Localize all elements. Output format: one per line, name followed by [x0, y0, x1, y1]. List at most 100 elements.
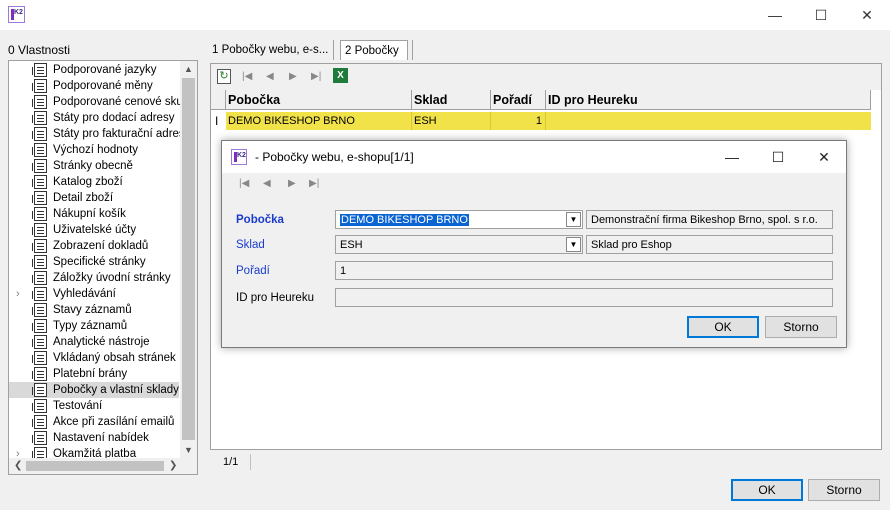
poradi-label: Pořadí	[236, 265, 270, 277]
tree-item[interactable]: Podporované měny	[9, 78, 179, 94]
tree-item[interactable]: Typy záznamů	[9, 318, 179, 334]
sklad-combobox[interactable]: ESH ▼	[335, 235, 583, 254]
current-row-marker: I	[215, 114, 219, 128]
scroll-left-icon[interactable]: ❮	[14, 460, 22, 471]
tree-item[interactable]: Analytické nástroje	[9, 334, 179, 350]
tree-item-label: Typy záznamů	[53, 320, 128, 332]
tree-item[interactable]: Akce při zasílání emailů	[9, 414, 179, 430]
tree-item[interactable]: Nastavení nabídek	[9, 430, 179, 446]
table-cell[interactable]: ESH	[412, 112, 491, 130]
maximize-icon[interactable]: ☐	[798, 0, 844, 30]
last-record-icon[interactable]: ▶|	[309, 178, 319, 189]
tree-item-label: Akce při zasílání emailů	[53, 416, 175, 428]
ok-button[interactable]: OK	[731, 479, 803, 501]
tree-item-label: Platební brány	[53, 368, 128, 380]
chevron-right-icon[interactable]: ›	[16, 288, 26, 300]
pobocka-description: Demonstrační firma Bikeshop Brno, spol. …	[586, 210, 833, 229]
tree-item-label: Státy pro dodací adresy	[53, 112, 175, 124]
tree-item[interactable]: Katalog zboží	[9, 174, 179, 190]
first-record-icon[interactable]: |◀	[239, 178, 249, 189]
scroll-up-icon[interactable]: ▲	[184, 64, 193, 74]
chevron-down-icon[interactable]: ▼	[566, 212, 581, 227]
document-icon	[32, 207, 47, 221]
tree-item[interactable]: Podporované jazyky	[9, 62, 179, 78]
k2-app-logo-icon	[231, 149, 247, 165]
tree-item[interactable]: Vkládaný obsah stránek	[9, 350, 179, 366]
tree-item[interactable]: Pobočky a vlastní sklady	[9, 382, 179, 398]
tree-item-label: Podporované jazyky	[53, 64, 157, 76]
tree-item-label: Katalog zboží	[53, 176, 123, 188]
previous-record-icon[interactable]: ◀	[266, 71, 274, 82]
tree-item[interactable]: Uživatelské účty	[9, 222, 179, 238]
tree-item-label: Testování	[53, 400, 103, 412]
column-header-sklad[interactable]: Sklad	[412, 90, 491, 110]
document-icon	[32, 175, 47, 189]
table-cell[interactable]: DEMO BIKESHOP BRNO	[226, 112, 412, 130]
dialog-ok-button[interactable]: OK	[687, 316, 759, 338]
minimize-icon[interactable]: —	[752, 0, 798, 30]
tree-item[interactable]: › Vyhledávání	[9, 286, 179, 302]
tree-item[interactable]: Záložky úvodní stránky	[9, 270, 179, 286]
tree-item[interactable]: Stavy záznamů	[9, 302, 179, 318]
tree-horizontal-scrollbar[interactable]: ❮ ❯	[9, 458, 197, 474]
close-icon[interactable]: ✕	[844, 0, 890, 30]
record-counter: 1/1	[223, 456, 239, 468]
pobocka-combobox[interactable]: DEMO BIKESHOP BRNO ▼	[335, 210, 583, 229]
document-icon	[32, 111, 47, 125]
excel-export-icon[interactable]: X	[333, 68, 348, 83]
cancel-button[interactable]: Storno	[808, 479, 880, 501]
tree-item[interactable]: Výchozí hodnoty	[9, 142, 179, 158]
tree-vertical-scrollbar[interactable]: ▲ ▼	[180, 61, 197, 459]
tree-item[interactable]: Státy pro dodací adresy	[9, 110, 179, 126]
tree-item[interactable]: Detail zboží	[9, 190, 179, 206]
column-header-poradi[interactable]: Pořadí	[491, 90, 546, 110]
tree-item-label: Podporované cenové skup	[53, 96, 190, 108]
column-header-pobocka[interactable]: Pobočka	[226, 90, 412, 110]
tree-item[interactable]: Platební brány	[9, 366, 179, 382]
tree-item[interactable]: Zobrazení dokladů	[9, 238, 179, 254]
tree-item[interactable]: Stránky obecně	[9, 158, 179, 174]
column-header-heureka-id[interactable]: ID pro Heureku	[546, 90, 871, 110]
first-record-icon[interactable]: |◀	[242, 71, 252, 82]
last-record-icon[interactable]: ▶|	[311, 71, 321, 82]
tab-branches[interactable]: 2 Pobočky	[340, 40, 408, 60]
document-icon	[32, 79, 47, 93]
tree-item[interactable]: Specifické stránky	[9, 254, 179, 270]
scroll-down-icon[interactable]: ▼	[184, 445, 193, 455]
document-icon	[32, 383, 47, 397]
heureka-id-field[interactable]	[335, 288, 833, 307]
document-icon	[32, 63, 47, 77]
minimize-icon[interactable]: —	[709, 141, 755, 173]
tree-item-label: Zobrazení dokladů	[53, 240, 149, 252]
grid-status-bar: 1/1	[210, 452, 882, 472]
scroll-right-icon[interactable]: ❯	[169, 460, 177, 471]
poradi-field[interactable]: 1	[335, 261, 833, 280]
tree-vertical-scroll-thumb[interactable]	[182, 78, 195, 440]
maximize-icon[interactable]: ☐	[755, 141, 801, 173]
document-icon	[32, 127, 47, 141]
tree-item[interactable]: Podporované cenové skup	[9, 94, 189, 110]
close-icon[interactable]: ✕	[801, 141, 847, 173]
tree-horizontal-scroll-thumb[interactable]	[26, 461, 164, 471]
dialog-cancel-button[interactable]: Storno	[765, 316, 837, 338]
chevron-down-icon[interactable]: ▼	[566, 237, 581, 252]
properties-tree[interactable]: Podporované jazyky Podporované měny Podpor…	[8, 60, 198, 475]
next-record-icon[interactable]: ▶	[289, 71, 297, 82]
tree-item[interactable]: Testování	[9, 398, 179, 414]
tree-item-label: Specifické stránky	[53, 256, 146, 268]
tab-divider	[333, 40, 334, 60]
dialog-titlebar: - Pobočky webu, e-shopu[1/1] — ☐ ✕	[222, 141, 846, 173]
refresh-icon[interactable]: ↻	[217, 69, 231, 84]
table-cell[interactable]: 1	[491, 112, 546, 130]
next-record-icon[interactable]: ▶	[288, 178, 296, 189]
document-icon	[32, 319, 47, 333]
tree-item-label: Uživatelské účty	[53, 224, 137, 236]
table-cell[interactable]	[546, 112, 871, 130]
tree-item-label: Záložky úvodní stránky	[53, 272, 171, 284]
tree-item[interactable]: Státy pro fakturační adres	[9, 126, 185, 142]
previous-record-icon[interactable]: ◀	[263, 178, 271, 189]
document-icon	[32, 351, 47, 365]
sklad-label: Sklad	[236, 239, 265, 251]
tab-branches-web[interactable]: 1 Pobočky webu, e-s...	[208, 40, 332, 60]
tree-item[interactable]: Nákupní košík	[9, 206, 179, 222]
